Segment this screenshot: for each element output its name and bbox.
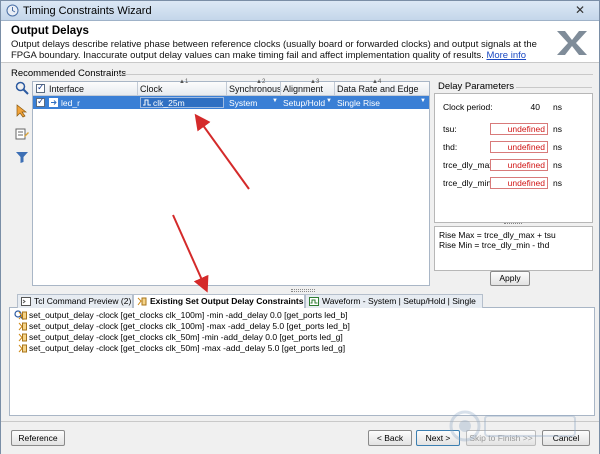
select-all-checkbox[interactable] — [36, 82, 45, 93]
column-separator — [226, 82, 227, 96]
xilinx-logo-icon — [557, 31, 587, 55]
chevron-down-icon[interactable]: ▼ — [272, 98, 278, 104]
apply-button[interactable]: Apply — [490, 271, 530, 286]
table-row[interactable]: led_r clk_25m System ▼ Setup/Hold ▼ Sing… — [33, 96, 429, 109]
back-button[interactable]: < Back — [368, 430, 412, 446]
edit-list-icon[interactable] — [15, 127, 29, 141]
tab-waveform[interactable]: Waveform - System | Setup/Hold | Single … — [305, 294, 483, 319]
page-header: Output Delays Output delays describe rel… — [1, 21, 599, 63]
column-header-data-rate[interactable]: Data Rate and Edge — [337, 84, 419, 94]
page-title: Output Delays — [11, 25, 89, 37]
thd-input[interactable]: undefined — [490, 141, 548, 153]
unit-label: ns — [553, 102, 562, 112]
clock-icon — [143, 99, 151, 106]
sort-indicator: ▲1 — [179, 79, 189, 85]
description-text: Output delays describe relative phase be… — [11, 39, 537, 61]
splitter-handle[interactable] — [291, 289, 315, 292]
title-bar: Timing Constraints Wizard ✕ — [1, 1, 599, 21]
table-toolbar — [15, 81, 31, 171]
wizard-icon — [6, 4, 19, 17]
constraint-icon — [18, 311, 27, 320]
synchronous-select[interactable]: System — [229, 98, 257, 108]
select-icon[interactable] — [15, 104, 29, 118]
parameters-box: Clock period: 40 ns tsu: undefined ns th… — [434, 93, 593, 223]
bottom-tab-bar: Tcl Command Preview (2) Existing Set Out… — [9, 294, 595, 319]
watermark-logo — [449, 410, 576, 442]
cell-interface: led_r — [61, 98, 80, 108]
clock-period-label: Clock period: — [443, 102, 493, 112]
existing-constraints-list: set_output_delay -clock [get_clocks clk_… — [9, 308, 595, 416]
unit-label: ns — [553, 142, 562, 152]
filter-icon[interactable] — [15, 150, 29, 164]
sort-indicator: ▲3 — [310, 79, 320, 85]
column-separator — [280, 82, 281, 96]
tsu-label: tsu: — [443, 124, 457, 134]
unit-label: ns — [553, 178, 562, 188]
constraint-icon — [18, 344, 27, 353]
alignment-select[interactable]: Setup/Hold — [283, 98, 325, 108]
formula-box: Rise Max = trce_dly_max + tsu Rise Min =… — [434, 226, 593, 271]
more-info-link[interactable]: More info — [486, 50, 526, 61]
column-header-clock[interactable]: Clock — [140, 84, 163, 94]
constraints-icon — [137, 297, 147, 306]
constraints-table: Interface Clock ▲1 Synchronous ▲2 Alignm… — [32, 79, 430, 286]
chevron-down-icon[interactable]: ▼ — [420, 98, 426, 104]
trce-dly-min-input[interactable]: undefined — [490, 177, 548, 189]
tab-existing-output-delay-constraints[interactable]: Existing Set Output Delay Constraints (4… — [133, 294, 305, 319]
recommended-constraints-label: Recommended Constraints — [11, 68, 127, 79]
close-icon[interactable]: ✕ — [567, 3, 593, 18]
column-header-alignment[interactable]: Alignment — [283, 84, 323, 94]
splitter-handle[interactable] — [504, 223, 522, 225]
port-icon — [49, 98, 58, 107]
unit-label: ns — [553, 124, 562, 134]
constraint-icon — [18, 322, 27, 331]
page-description: Output delays describe relative phase be… — [11, 39, 551, 61]
chevron-down-icon[interactable]: ▼ — [326, 98, 332, 104]
search-icon[interactable] — [15, 81, 29, 95]
delay-parameters-panel: Delay Parameters Clock period: 40 ns tsu… — [434, 81, 593, 288]
tcl-icon — [21, 297, 31, 306]
clock-period-value: 40 — [530, 102, 540, 112]
trce-dly-min-label: trce_dly_min: — [443, 178, 494, 188]
data-rate-select[interactable]: Single Rise — [337, 98, 380, 108]
column-separator — [334, 82, 335, 96]
trce-dly-max-input[interactable]: undefined — [490, 159, 548, 171]
delay-parameters-label: Delay Parameters — [438, 81, 515, 92]
reference-button[interactable]: Reference — [11, 430, 65, 446]
tab-tcl-command-preview[interactable]: Tcl Command Preview (2) — [17, 294, 133, 308]
command-text: set_output_delay -clock [get_clocks clk_… — [29, 321, 350, 331]
table-header: Interface Clock ▲1 Synchronous ▲2 Alignm… — [33, 79, 429, 96]
section-divider — [116, 74, 593, 75]
command-text: set_output_delay -clock [get_clocks clk_… — [29, 343, 346, 353]
constraint-icon — [18, 333, 27, 342]
unit-label: ns — [553, 160, 562, 170]
column-separator — [137, 82, 138, 96]
cell-clock: clk_25m — [153, 98, 185, 108]
command-text: set_output_delay -clock [get_clocks clk_… — [29, 332, 343, 342]
tab-label: Tcl Command Preview (2) — [34, 296, 132, 306]
tsu-input[interactable]: undefined — [490, 123, 548, 135]
column-header-interface[interactable]: Interface — [49, 84, 84, 94]
column-header-synchronous[interactable]: Synchronous — [229, 84, 282, 94]
sort-indicator: ▲2 — [256, 79, 266, 85]
waveform-icon — [309, 297, 319, 306]
trce-dly-max-label: trce_dly_max: — [443, 160, 496, 170]
command-text: set_output_delay -clock [get_clocks clk_… — [29, 310, 348, 320]
sort-indicator: ▲4 — [372, 79, 382, 85]
rise-min-formula: Rise Min = trce_dly_min - thd — [439, 240, 550, 250]
timing-constraints-wizard-window: Timing Constraints Wizard ✕ Output Delay… — [0, 0, 600, 454]
thd-label: thd: — [443, 142, 458, 152]
row-checkbox[interactable] — [36, 96, 45, 107]
section-divider — [516, 87, 592, 88]
rise-max-formula: Rise Max = trce_dly_max + tsu — [439, 230, 556, 240]
window-title: Timing Constraints Wizard — [23, 5, 152, 17]
